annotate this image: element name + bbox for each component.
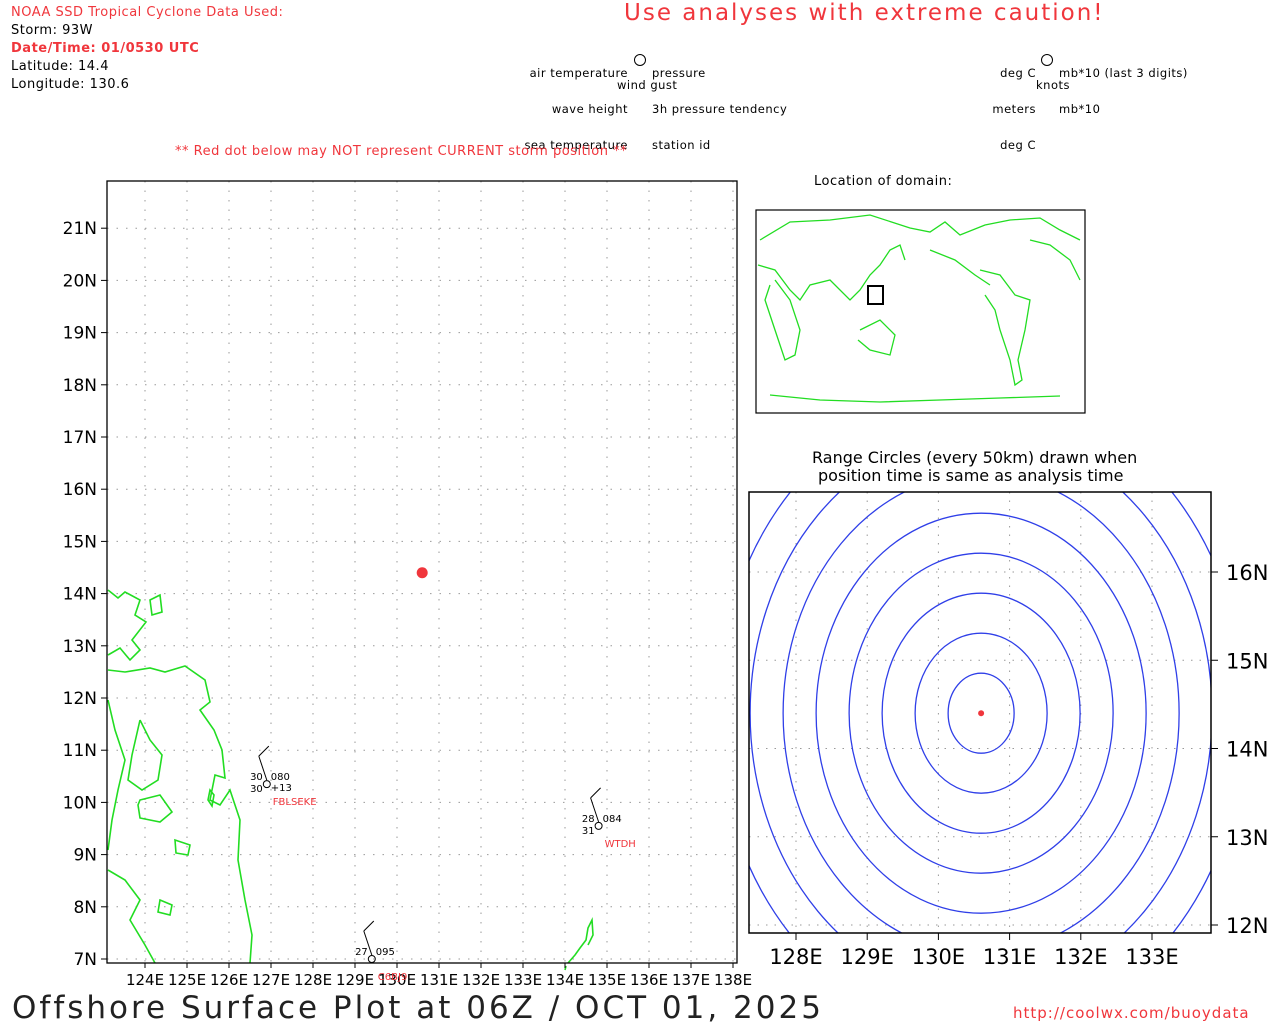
lon-label: 133E	[504, 971, 542, 989]
lat-label: 10N	[63, 793, 97, 813]
wind-barb-icon	[590, 787, 601, 799]
lon-label: 129E	[336, 971, 374, 989]
lat-label: 14N	[63, 585, 97, 605]
station-id: FBLSEKE	[273, 797, 317, 808]
station-fblseke[interactable]: 3030 080+13 FBLSEKE	[250, 745, 317, 808]
lon-label: 126E	[210, 971, 248, 989]
range-lon-label: 130E	[912, 945, 965, 969]
lon-label: 135E	[588, 971, 626, 989]
lon-label: 124E	[126, 971, 164, 989]
wind-barb-icon	[363, 920, 375, 932]
station-sea-temp: 31	[582, 826, 595, 837]
lon-label: 137E	[672, 971, 710, 989]
range-lat-label: 14N	[1226, 738, 1268, 762]
station-pressure: 080	[271, 772, 290, 783]
lat-label: 17N	[63, 428, 97, 448]
lat-label: 16N	[63, 480, 97, 500]
lon-label: 134E	[546, 971, 584, 989]
range-center-marker	[978, 710, 985, 717]
lat-label: 15N	[63, 532, 97, 552]
lat-label: 13N	[63, 637, 97, 657]
lat-label: 7N	[73, 950, 97, 970]
lon-label: 128E	[294, 971, 332, 989]
station-circle-icon	[262, 780, 271, 789]
lat-label: 8N	[73, 898, 97, 918]
range-circle	[684, 353, 1278, 1024]
range-lat-label: 16N	[1226, 561, 1268, 585]
range-lat-label: 12N	[1226, 914, 1268, 938]
range-lon-label: 128E	[769, 945, 822, 969]
station-tendency: +13	[271, 783, 292, 794]
station-air-temp: 30	[250, 772, 263, 783]
range-lat-label: 13N	[1226, 826, 1268, 850]
lat-label: 21N	[63, 219, 97, 239]
range-lon-label: 133E	[1125, 945, 1178, 969]
station-id: WTDH	[605, 839, 636, 850]
lat-label: 19N	[63, 324, 97, 344]
station-air-temp: 27	[355, 947, 368, 958]
range-lon-label: 132E	[1054, 945, 1107, 969]
range-lon-label: 131E	[983, 945, 1036, 969]
lat-label: 20N	[63, 271, 97, 291]
lat-label: 11N	[63, 741, 97, 761]
lat-label: 18N	[63, 376, 97, 396]
coastline	[107, 589, 594, 971]
station-pressure: 095	[376, 947, 395, 958]
range-lon-label: 129E	[841, 945, 894, 969]
axis-labels: 124E 125E 126E 127E 128E 129E 130E 131E 132E 133E…	[63, 219, 752, 989]
wind-barb-icon	[258, 745, 270, 757]
lon-label: 138E	[714, 971, 752, 989]
stations: 3030 080+13 FBLSEKE 2831 084 WTDH 27 095 C6BJ9	[250, 745, 636, 983]
lat-label: 12N	[63, 689, 97, 709]
station-air-temp: 28	[582, 814, 595, 825]
range-circle	[749, 492, 1211, 933]
station-id: C6BJ9	[378, 972, 408, 983]
station-circle-icon	[594, 821, 603, 830]
range-lat-label: 15N	[1226, 649, 1268, 673]
coastline-samar	[107, 589, 253, 964]
inset-frame	[755, 209, 1086, 414]
station-sea-temp: 30	[250, 784, 263, 795]
station-pressure: 084	[603, 814, 622, 825]
range-circles	[684, 353, 1278, 1024]
lat-label: 9N	[73, 846, 97, 866]
lon-label: 136E	[630, 971, 668, 989]
storm-position-marker[interactable]	[416, 567, 428, 579]
lon-label: 131E	[420, 971, 458, 989]
lon-label: 125E	[168, 971, 206, 989]
lon-label: 127E	[252, 971, 290, 989]
station-wtdh[interactable]: 2831 084 WTDH	[582, 787, 636, 850]
main-map: 124E 125E 126E 127E 128E 129E 130E 131E 132E 133E…	[63, 180, 1278, 1024]
lon-label: 132E	[462, 971, 500, 989]
